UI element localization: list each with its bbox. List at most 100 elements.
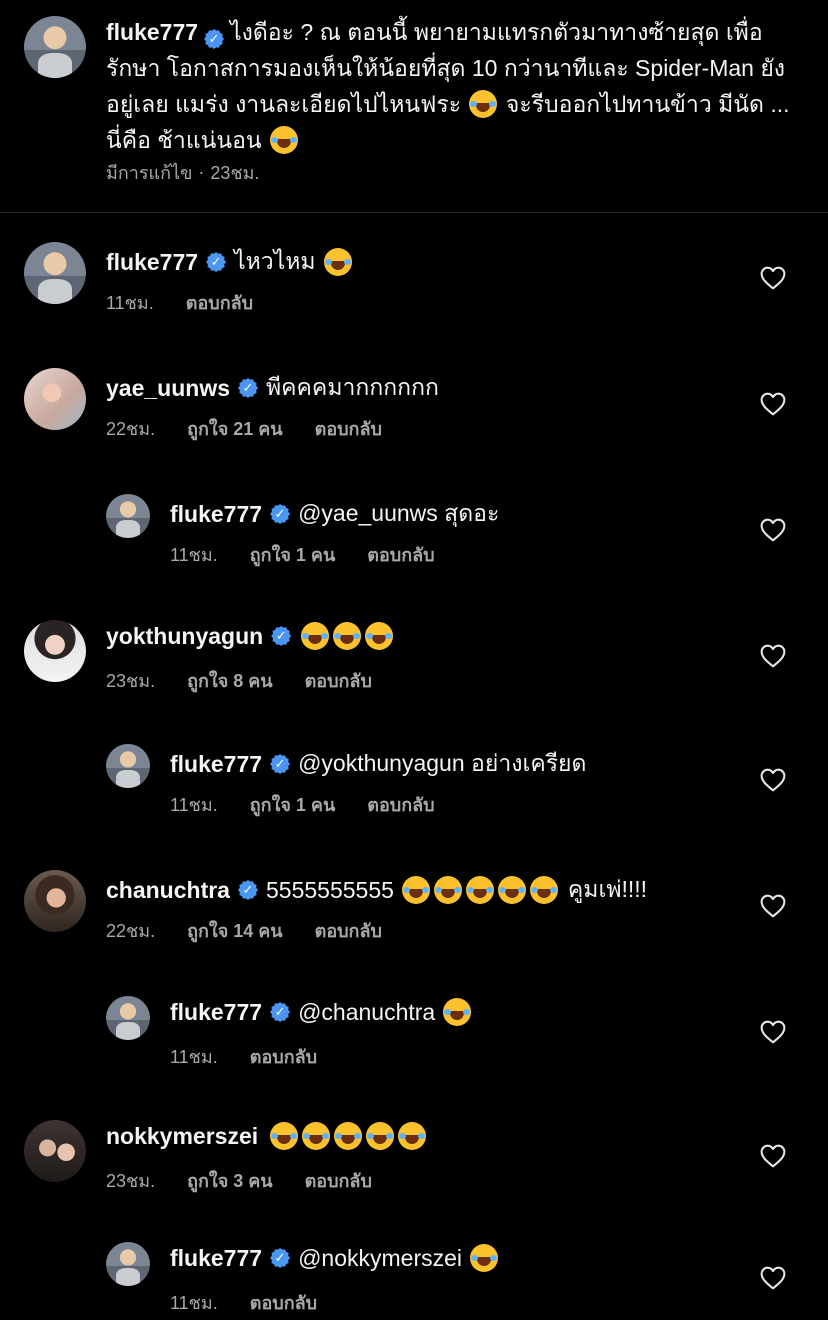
- heart-icon[interactable]: [760, 768, 786, 792]
- verified-badge-icon: ✓: [270, 754, 291, 774]
- comment-text: ไหวไหม: [234, 248, 316, 274]
- caption-time: 23ชม.: [210, 163, 260, 183]
- face-with-tears-of-joy-emoji: [443, 998, 472, 1026]
- face-with-tears-of-joy-emoji: [366, 1122, 395, 1150]
- comment-meta: 22ชม. ถูกใจ 14 คน ตอบกลับ: [106, 916, 414, 945]
- comment-username[interactable]: fluke777: [170, 999, 262, 1026]
- comment-text: @yae_uunws สุดอะ: [298, 500, 500, 526]
- commenter-avatar[interactable]: [24, 620, 86, 682]
- comment-likes[interactable]: ถูกใจ 1 คน: [250, 790, 336, 819]
- commenter-avatar[interactable]: [24, 242, 86, 304]
- reply-button[interactable]: ตอบกลับ: [315, 414, 382, 443]
- meta-separator: ·: [198, 162, 205, 182]
- comment-line: fluke777 ✓ ไหวไหม: [106, 244, 354, 280]
- comment-text-after: คูมเพ่!!!!: [567, 876, 648, 902]
- comment-text: พีคคคมากกกกกก: [266, 374, 439, 400]
- comment-likes[interactable]: ถูกใจ 3 คน: [187, 1166, 273, 1195]
- comment-likes[interactable]: ถูกใจ 1 คน: [250, 540, 336, 569]
- caption-avatar[interactable]: [24, 16, 86, 78]
- comment-line: yokthunyagun ✓: [106, 622, 395, 650]
- reply-button[interactable]: ตอบกลับ: [250, 1042, 317, 1071]
- caption-meta: มีการแก้ไข · 23ชม.: [106, 158, 292, 187]
- verified-badge-icon: ✓: [270, 504, 291, 524]
- verified-badge-icon: ✓: [270, 1002, 291, 1022]
- commenter-avatar[interactable]: [106, 996, 150, 1040]
- caption-username[interactable]: fluke777: [106, 19, 198, 45]
- reply-button[interactable]: ตอบกลับ: [305, 1166, 372, 1195]
- caption-text-block: fluke777 ✓ ไงดีอะ ? ณ ตอนนี้ พยายามแทรกตัว…: [106, 14, 806, 158]
- verified-badge-icon: ✓: [237, 880, 258, 900]
- comment-line: fluke777 ✓ @yae_uunws สุดอะ: [170, 496, 499, 532]
- heart-icon[interactable]: [760, 1144, 786, 1168]
- edited-label: มีการแก้ไข: [106, 163, 193, 183]
- comment-time: 11ชม.: [170, 1047, 218, 1067]
- face-with-tears-of-joy-emoji: [365, 622, 394, 650]
- commenter-avatar[interactable]: [106, 494, 150, 538]
- commenter-avatar[interactable]: [24, 368, 86, 430]
- comment-meta: 11ชม. ถูกใจ 1 คน ตอบกลับ: [170, 790, 467, 819]
- comment-username[interactable]: yokthunyagun: [106, 623, 263, 650]
- comment-text: @yokthunyagun อย่างเครียด: [298, 750, 587, 776]
- face-with-tears-of-joy-emoji: [497, 876, 526, 904]
- comment-username[interactable]: nokkymerszei: [106, 1123, 258, 1150]
- commenter-avatar[interactable]: [24, 870, 86, 932]
- heart-icon[interactable]: [760, 1020, 786, 1044]
- face-with-tears-of-joy-emoji: [270, 126, 299, 154]
- comment-line: nokkymerszei: [106, 1122, 428, 1150]
- reply-button[interactable]: ตอบกลับ: [305, 666, 372, 695]
- comment-text: @chanuchtra: [298, 998, 436, 1025]
- comment-username[interactable]: fluke777: [170, 751, 262, 778]
- comment-time: 11ชม.: [106, 293, 154, 313]
- comment-line: fluke777 ✓ @nokkymerszei: [170, 1244, 500, 1272]
- comment-meta: 23ชม. ถูกใจ 8 คน ตอบกลับ: [106, 666, 404, 695]
- heart-icon[interactable]: [760, 894, 786, 918]
- heart-icon[interactable]: [760, 266, 786, 290]
- face-with-tears-of-joy-emoji: [529, 876, 558, 904]
- verified-badge-icon: ✓: [206, 252, 227, 272]
- comment-meta: 11ชม. ตอบกลับ: [106, 288, 285, 317]
- face-with-tears-of-joy-emoji: [334, 1122, 363, 1150]
- comment-meta: 23ชม. ถูกใจ 3 คน ตอบกลับ: [106, 1166, 404, 1195]
- commenter-avatar[interactable]: [24, 1120, 86, 1182]
- comment-likes[interactable]: ถูกใจ 8 คน: [187, 666, 273, 695]
- comment-line: yae_uunws ✓ พีคคคมากกกกกก: [106, 370, 439, 406]
- comment-time: 23ชม.: [106, 1171, 156, 1191]
- comment-meta: 11ชม. ตอบกลับ: [170, 1042, 349, 1071]
- comment-meta: 11ชม. ถูกใจ 1 คน ตอบกลับ: [170, 540, 467, 569]
- comment-username[interactable]: yae_uunws: [106, 375, 230, 402]
- comment-meta: 11ชม. ตอบกลับ: [170, 1288, 349, 1317]
- heart-icon[interactable]: [760, 1266, 786, 1290]
- comment-username[interactable]: fluke777: [170, 1245, 262, 1272]
- reply-button[interactable]: ตอบกลับ: [250, 1288, 317, 1317]
- reply-button[interactable]: ตอบกลับ: [367, 790, 434, 819]
- heart-icon[interactable]: [760, 392, 786, 416]
- commenter-avatar[interactable]: [106, 744, 150, 788]
- heart-icon[interactable]: [760, 518, 786, 542]
- comment-text: 5555555555: [265, 876, 394, 903]
- face-with-tears-of-joy-emoji: [401, 876, 430, 904]
- comment-time: 22ชม.: [106, 921, 156, 941]
- verified-badge-icon: ✓: [238, 378, 258, 398]
- commenter-avatar[interactable]: [106, 1242, 150, 1286]
- comment-username[interactable]: fluke777: [106, 249, 198, 276]
- verified-badge-icon: ✓: [204, 29, 225, 49]
- face-with-tears-of-joy-emoji: [333, 622, 362, 650]
- reply-button[interactable]: ตอบกลับ: [367, 540, 434, 569]
- comment-time: 11ชม.: [170, 795, 218, 815]
- comment-username[interactable]: chanuchtra: [106, 877, 230, 904]
- heart-icon[interactable]: [760, 644, 786, 668]
- comment-username[interactable]: fluke777: [170, 501, 262, 528]
- face-with-tears-of-joy-emoji: [302, 1122, 331, 1150]
- comment-likes[interactable]: ถูกใจ 21 คน: [187, 414, 283, 443]
- face-with-tears-of-joy-emoji: [301, 622, 330, 650]
- reply-button[interactable]: ตอบกลับ: [186, 288, 253, 317]
- comment-line: fluke777 ✓ @chanuchtra: [170, 998, 473, 1026]
- verified-badge-icon: ✓: [271, 626, 292, 646]
- comment-likes[interactable]: ถูกใจ 14 คน: [187, 916, 283, 945]
- comment-time: 23ชม.: [106, 671, 156, 691]
- face-with-tears-of-joy-emoji: [465, 876, 494, 904]
- reply-button[interactable]: ตอบกลับ: [315, 916, 382, 945]
- comment-time: 11ชม.: [170, 545, 218, 565]
- verified-badge-icon: ✓: [270, 1248, 291, 1268]
- post-caption: fluke777 ✓ ไงดีอะ ? ณ ตอนนี้ พยายามแทรกตัว…: [0, 0, 828, 213]
